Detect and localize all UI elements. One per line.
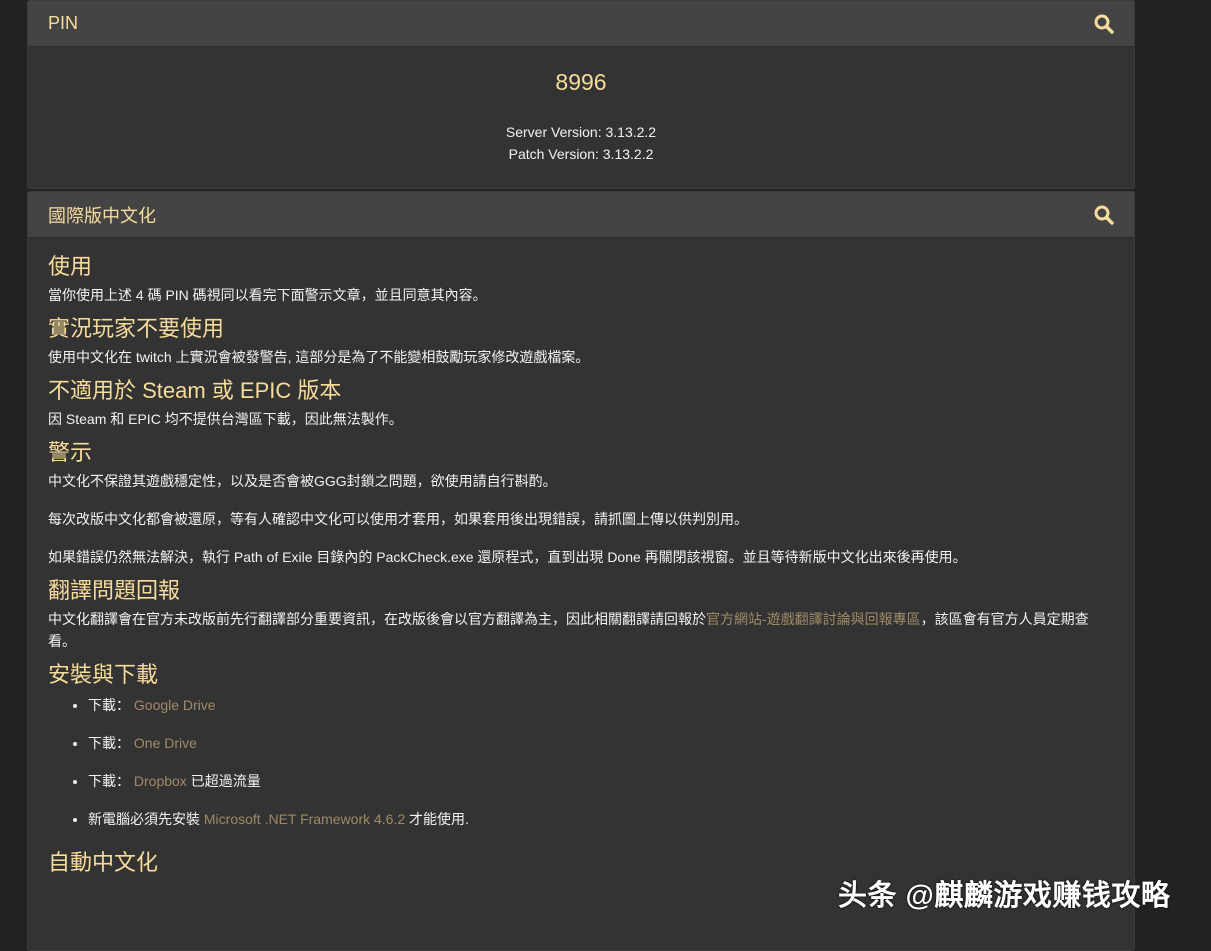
download-item-google-drive: 下載： Google Drive (88, 694, 1114, 716)
report-heading: 翻譯問題回報 (48, 578, 181, 603)
one-drive-link[interactable]: One Drive (134, 735, 197, 751)
steam-heading: 不適用於 Steam 或 EPIC 版本 (48, 378, 342, 403)
section-steam: 不適用於 Steam 或 EPIC 版本 因 Steam 和 EPIC 均不提供… (48, 374, 1114, 430)
dropbox-link[interactable]: Dropbox (134, 773, 187, 789)
warning-text-1: 中文化不保證其遊戲穩定性，以及是否會被GGG封鎖之問題，欲使用請自行斟酌。 (48, 473, 557, 489)
section-usage: 使用 當你使用上述 4 碼 PIN 碼視同以看完下面警示文章，並且同意其內容。 (48, 250, 1114, 306)
dotnet-framework-link[interactable]: Microsoft .NET Framework 4.6.2 (204, 811, 405, 827)
cn-panel-title: 國際版中文化 (48, 205, 156, 226)
download-suffix: 已超過流量 (186, 773, 261, 789)
section-warning: 警示 中文化不保證其遊戲穩定性，以及是否會被GGG封鎖之問題，欲使用請自行斟酌。… (48, 436, 1114, 568)
download-prefix: 下載： (88, 735, 130, 751)
google-drive-link[interactable]: Google Drive (134, 697, 216, 713)
section-install: 安裝與下載 下載： Google Drive 下載： One Drive 下載：… (48, 658, 1114, 830)
section-report: 翻譯問題回報 中文化翻譯會在官方未改版前先行翻譯部分重要資訊，在改版後會以官方翻… (48, 574, 1114, 652)
cn-panel-header: 國際版中文化 (28, 192, 1134, 238)
page: PIN 8996 Server Version: 3.13.2.2 Patch … (27, 0, 1135, 951)
pin-panel-title: PIN (48, 13, 79, 33)
streamer-heading: 實況玩家不要使用 (48, 316, 225, 341)
install-heading: 安裝與下載 (48, 662, 159, 687)
download-prefix: 下載： (88, 697, 130, 713)
search-icon (1094, 14, 1114, 34)
usage-heading: 使用 (48, 254, 93, 279)
warning-text-2: 每次改版中文化都會被還原，等有人確認中文化可以使用才套用，如果套用後出現錯誤，請… (48, 511, 748, 527)
pin-panel-header: PIN (28, 1, 1134, 47)
steam-text: 因 Steam 和 EPIC 均不提供台灣區下載，因此無法製作。 (48, 411, 403, 427)
download-item-one-drive: 下載： One Drive (88, 732, 1114, 754)
download-item-dropbox: 下載： Dropbox 已超過流量 (88, 770, 1114, 792)
warning-heading: 警示 (48, 440, 93, 465)
watermark: 头条 @麒麟游戏赚钱攻略 (838, 880, 1171, 912)
patch-version: Patch Version: 3.13.2.2 (508, 146, 654, 162)
report-forum-link[interactable]: 官方網站-遊戲翻譯討論與回報專區 (706, 611, 921, 627)
cn-search-button[interactable] (1093, 204, 1115, 226)
server-version: Server Version: 3.13.2.2 (505, 124, 657, 140)
pin-panel: PIN 8996 Server Version: 3.13.2.2 Patch … (27, 0, 1135, 189)
pin-search-button[interactable] (1093, 13, 1115, 35)
download-prefix: 新電腦必須先安裝 (88, 811, 204, 827)
report-text-before: 中文化翻譯會在官方未改版前先行翻譯部分重要資訊，在改版後會以官方翻譯為主，因此相… (48, 611, 706, 627)
download-prefix: 下載： (88, 773, 130, 789)
streamer-text: 使用中文化在 twitch 上實況會被發警告, 這部分是為了不能變相鼓勵玩家修改… (48, 349, 590, 365)
cn-panel-content: 使用 當你使用上述 4 碼 PIN 碼視同以看完下面警示文章，並且同意其內容。 … (28, 238, 1134, 880)
version-info: Server Version: 3.13.2.2 Patch Version: … (28, 121, 1134, 165)
search-icon (1094, 205, 1114, 225)
usage-text: 當你使用上述 4 碼 PIN 碼視同以看完下面警示文章，並且同意其內容。 (48, 287, 487, 303)
pin-panel-body: 8996 Server Version: 3.13.2.2 Patch Vers… (28, 67, 1134, 165)
pin-code: 8996 (555, 69, 607, 95)
chinese-localization-panel: 國際版中文化 使用 當你使用上述 4 碼 PIN 碼視同以看完下面警示文章，並且… (27, 191, 1135, 951)
download-item-dotnet: 新電腦必須先安裝 Microsoft .NET Framework 4.6.2 … (88, 808, 1114, 830)
section-streamer: 實況玩家不要使用 使用中文化在 twitch 上實況會被發警告, 這部分是為了不… (48, 312, 1114, 368)
download-suffix: 才能使用. (405, 811, 469, 827)
report-text: 中文化翻譯會在官方未改版前先行翻譯部分重要資訊，在改版後會以官方翻譯為主，因此相… (48, 608, 1114, 652)
warning-text-3: 如果錯誤仍然無法解決，執行 Path of Exile 目錄內的 PackChe… (48, 549, 967, 565)
download-list: 下載： Google Drive 下載： One Drive 下載： Dropb… (48, 694, 1114, 830)
